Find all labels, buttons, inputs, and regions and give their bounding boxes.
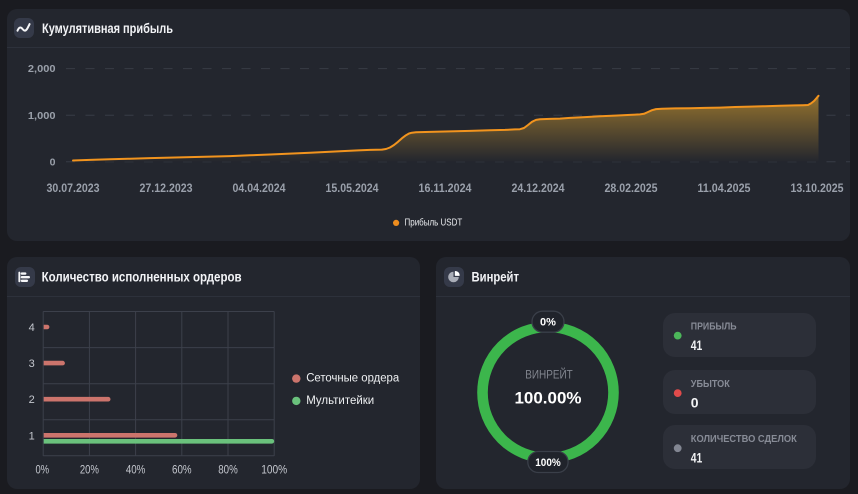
svg-text:100%: 100% (261, 463, 287, 477)
svg-text:Кумулятивная прибыль: Кумулятивная прибыль (42, 21, 173, 36)
svg-text:Винрейт: Винрейт (472, 269, 520, 284)
svg-text:3: 3 (29, 358, 35, 370)
svg-text:Количество исполненных ордеров: Количество исполненных ордеров (42, 269, 242, 284)
svg-text:1: 1 (29, 430, 35, 442)
svg-text:04.04.2024: 04.04.2024 (233, 181, 286, 195)
svg-text:13.10.2025: 13.10.2025 (791, 181, 844, 195)
svg-text:16.11.2024: 16.11.2024 (419, 181, 472, 195)
svg-text:41: 41 (691, 337, 703, 353)
svg-text:100.00%: 100.00% (515, 389, 582, 408)
svg-text:4: 4 (29, 322, 35, 334)
svg-text:80%: 80% (218, 463, 238, 477)
svg-text:0: 0 (691, 395, 699, 411)
svg-text:24.12.2024: 24.12.2024 (512, 181, 565, 195)
svg-text:2,000: 2,000 (28, 63, 56, 75)
svg-text:15.05.2024: 15.05.2024 (326, 181, 379, 195)
svg-text:41: 41 (691, 450, 703, 466)
svg-text:УБЫТОК: УБЫТОК (691, 379, 731, 390)
svg-text:2: 2 (29, 394, 35, 406)
svg-text:0: 0 (50, 156, 56, 168)
svg-text:100%: 100% (535, 457, 561, 469)
svg-text:Сеточные ордера: Сеточные ордера (306, 373, 400, 385)
svg-text:ВИНРЕЙТ: ВИНРЕЙТ (525, 368, 573, 381)
svg-text:27.12.2023: 27.12.2023 (140, 181, 193, 195)
svg-text:60%: 60% (172, 463, 192, 477)
svg-text:30.07.2023: 30.07.2023 (47, 181, 100, 195)
svg-text:1,000: 1,000 (28, 110, 56, 122)
svg-text:Мультитейки: Мультитейки (306, 395, 374, 407)
svg-text:0%: 0% (540, 317, 556, 329)
svg-text:20%: 20% (80, 463, 99, 477)
svg-text:0%: 0% (36, 463, 50, 477)
svg-text:11.04.2025: 11.04.2025 (698, 181, 751, 195)
svg-text:40%: 40% (126, 463, 146, 477)
svg-text:Прибыль USDT: Прибыль USDT (405, 217, 463, 229)
svg-text:28.02.2025: 28.02.2025 (605, 181, 658, 195)
svg-text:ПРИБЫЛЬ: ПРИБЫЛЬ (691, 322, 737, 333)
svg-text:КОЛИЧЕСТВО СДЕЛОК: КОЛИЧЕСТВО СДЕЛОК (691, 434, 798, 445)
